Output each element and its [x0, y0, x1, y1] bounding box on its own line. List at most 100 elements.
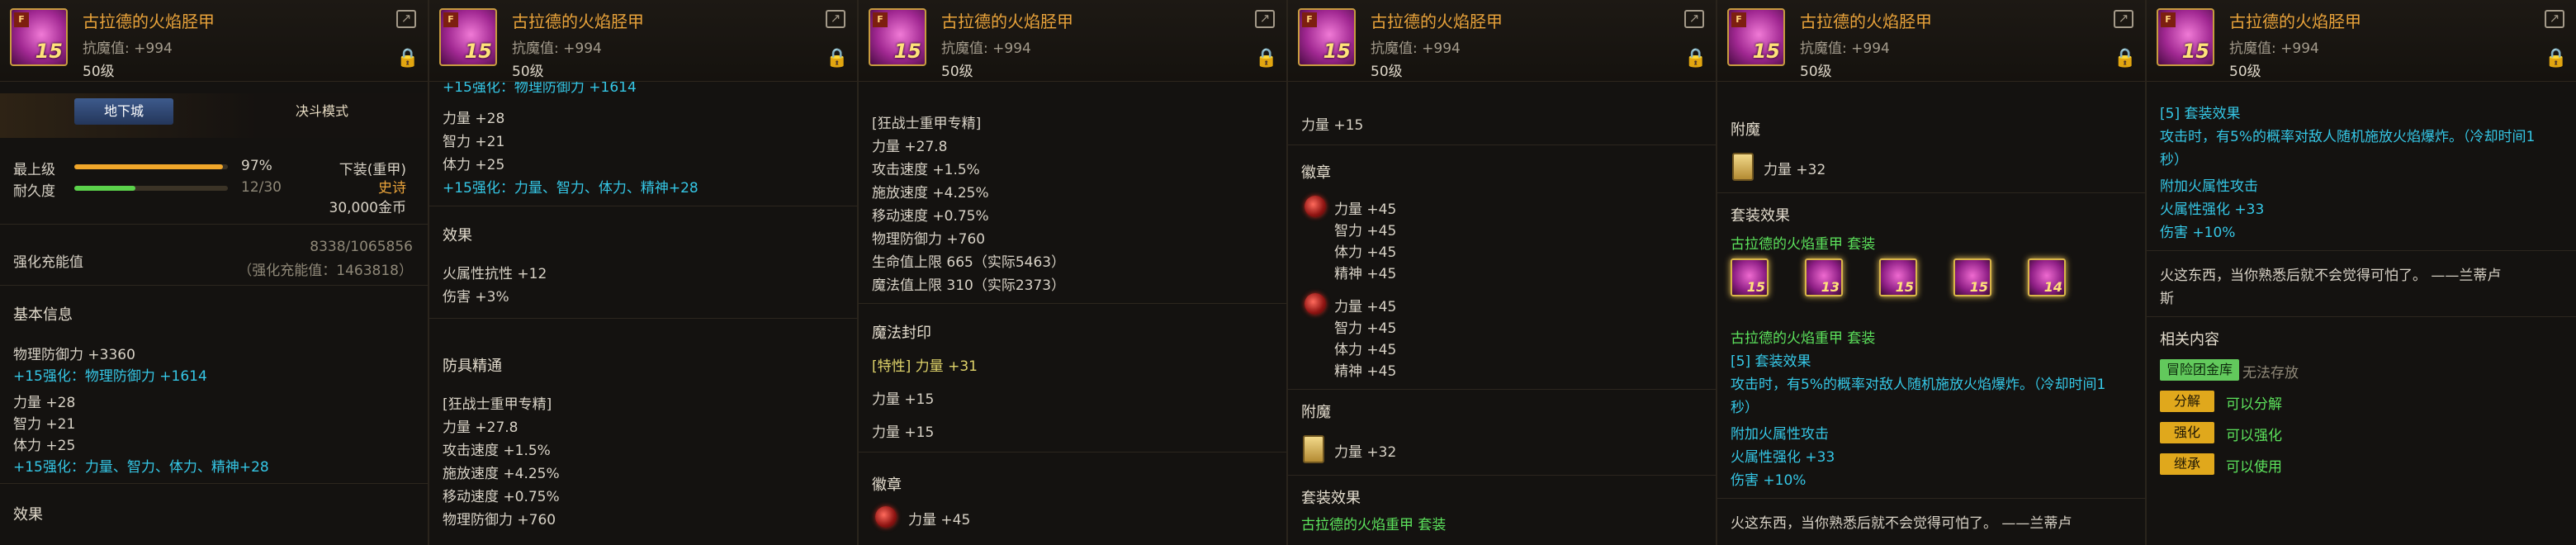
plus15-def: +15强化：物理防御力 +1614: [13, 368, 207, 385]
set-count: [5] 套装效果: [2160, 106, 2241, 122]
set-piece-icon[interactable]: 15: [1731, 258, 1769, 296]
enhance-level: 15: [35, 40, 63, 63]
item-icon: F 15: [1727, 8, 1785, 66]
vault-tag[interactable]: 冒险团金库: [2160, 359, 2240, 381]
max-level-pct: 97%: [241, 158, 272, 174]
item-icon: F 15: [439, 8, 497, 66]
item-level: 50级: [1371, 64, 1403, 80]
resist-value: 抗魔值: +994: [941, 40, 1031, 57]
set-extra: 附加火属性攻击: [2160, 178, 2258, 195]
enhance-level: 15: [1752, 40, 1780, 63]
seal-str: 力量 +15: [1301, 117, 1364, 134]
lock-icon[interactable]: 🔒: [826, 48, 848, 69]
enhance-text: 可以强化: [2226, 428, 2282, 444]
set-piece-icon[interactable]: 15: [1879, 258, 1917, 296]
lock-icon[interactable]: 🔒: [1684, 48, 1707, 69]
tab-duel[interactable]: 决斗模式: [272, 98, 372, 125]
basic-info-heading: 基本信息: [13, 306, 73, 324]
item-icon: F 15: [869, 8, 926, 66]
resist-value: 抗魔值: +994: [83, 40, 173, 57]
tooltip-panel-5: F 15 古拉德的火焰胫甲 抗魔值: +994 50级 ↗ 🔒 附魔 力量 +32…: [1717, 0, 2147, 545]
set-piece-level: 13: [1821, 279, 1840, 295]
durability-value: 12/30: [241, 179, 282, 196]
emblem-heading: 徽章: [1301, 164, 1331, 182]
item-level: 50级: [2229, 64, 2261, 80]
plus15-stats: +15强化：力量、智力、体力、精神+28: [443, 180, 698, 197]
stat-vit: 体力 +25: [443, 157, 505, 173]
share-icon[interactable]: ↗: [2114, 10, 2133, 28]
flavor-text-1: 火这东西，当你熟悉后就不会觉得可怕了。 ——兰蒂卢: [2160, 268, 2502, 284]
emblem-str: 力量 +45: [1334, 299, 1397, 315]
lock-icon[interactable]: 🔒: [2545, 48, 2567, 69]
stat-int: 智力 +21: [13, 416, 76, 433]
item-name: 古拉德的火焰胫甲: [2229, 12, 2361, 31]
set-desc-2: 秒）: [1731, 400, 1759, 416]
emblem-spi: 精神 +45: [1334, 266, 1397, 282]
enchant-card-icon: [1732, 153, 1754, 181]
item-header: F 15 古拉德的火焰胫甲 抗魔值: +994 50级 ↗ 🔒: [429, 0, 857, 82]
red-emblem-icon: [875, 506, 897, 528]
item-icon: F 15: [10, 8, 68, 66]
phys-def: 物理防御力 +760: [443, 512, 556, 528]
lock-icon[interactable]: 🔒: [2114, 48, 2136, 69]
set-effect-heading: 套装效果: [1731, 207, 1790, 225]
enhance-level: 15: [2181, 40, 2209, 63]
enhance-tag[interactable]: 强化: [2160, 422, 2214, 443]
max-level-bar: [74, 164, 223, 169]
enhance-level: 15: [1323, 40, 1351, 63]
decompose-tag[interactable]: 分解: [2160, 391, 2214, 412]
item-name: 古拉德的火焰胫甲: [512, 12, 644, 31]
set-desc-1: 攻击时，有5%的概率对敌人随机施放火焰爆炸。（冷却时间1: [1731, 377, 2106, 393]
resist-value: 抗魔值: +994: [2229, 40, 2319, 57]
grade-badge: F: [873, 12, 888, 27]
share-icon[interactable]: ↗: [826, 10, 845, 28]
divider: [429, 318, 857, 319]
item-name: 古拉德的火焰胫甲: [83, 12, 215, 31]
set-name: 古拉德的火焰重甲 套装: [1731, 236, 1876, 253]
effect-heading: 效果: [443, 227, 472, 244]
divider: [2147, 316, 2576, 317]
share-icon[interactable]: ↗: [1255, 10, 1275, 28]
damage: 伤害 +3%: [443, 289, 509, 306]
divider: [859, 303, 1286, 304]
lock-icon[interactable]: 🔒: [396, 48, 419, 69]
emblem-vit: 体力 +45: [1334, 342, 1397, 358]
price: 30,000金币: [329, 200, 406, 216]
tab-dungeon[interactable]: 地下城: [74, 98, 173, 125]
lock-icon[interactable]: 🔒: [1255, 48, 1277, 69]
set-desc-2: 秒）: [2160, 152, 2188, 168]
share-icon[interactable]: ↗: [396, 10, 416, 28]
share-icon[interactable]: ↗: [2545, 10, 2564, 28]
inherit-tag[interactable]: 继承: [2160, 453, 2214, 475]
flavor-text: 火这东西，当你熟悉后就不会觉得可怕了。 ——兰蒂卢: [1731, 515, 2072, 532]
stat-str: 力量 +28: [443, 111, 505, 127]
tooltip-panel-1: F 15 古拉德的火焰胫甲 抗魔值: +994 50级 ↗ 🔒 地下城 决斗模式 …: [0, 0, 429, 545]
set-count: [5] 套装效果: [1731, 353, 1811, 370]
emblem-int: 智力 +45: [1334, 320, 1397, 337]
seal-str-2: 力量 +15: [872, 424, 935, 441]
tooltip-body: 地下城 决斗模式 最上级 97% 耐久度 12/30 下装(重甲) 史诗 30,…: [0, 82, 428, 545]
item-header: F 15 古拉德的火焰胫甲 抗魔值: +994 50级 ↗ 🔒: [2147, 0, 2576, 82]
share-icon[interactable]: ↗: [1684, 10, 1704, 28]
cast-speed: 施放速度 +4.25%: [872, 185, 989, 201]
tooltip-panel-3: F 15 古拉德的火焰胫甲 抗魔值: +994 50级 ↗ 🔒 [狂战士重甲专精]…: [859, 0, 1288, 545]
set-name: 古拉德的火焰重甲 套装: [1301, 517, 1447, 533]
durability-bar: [74, 186, 135, 191]
set-piece-icon[interactable]: 14: [2028, 258, 2066, 296]
effect-heading: 效果: [13, 506, 43, 524]
atk-speed: 攻击速度 +1.5%: [443, 443, 551, 459]
set-piece-icon[interactable]: 15: [1953, 258, 1991, 296]
tooltip-body: 附魔 力量 +32 套装效果 古拉德的火焰重甲 套装 15 13 15 15 1…: [1717, 82, 2145, 545]
set-piece-level: 15: [1969, 279, 1988, 295]
mastery-class: [狂战士重甲专精]: [443, 396, 552, 413]
plus15-stats: +15强化：力量、智力、体力、精神+28: [13, 459, 269, 476]
stat-str: 力量 +28: [13, 395, 76, 411]
tooltip-panel-4: F 15 古拉德的火焰胫甲 抗魔值: +994 50级 ↗ 🔒 力量 +15 徽章…: [1288, 0, 1717, 545]
item-name: 古拉德的火焰胫甲: [1800, 12, 1932, 31]
divider: [0, 285, 428, 286]
set-piece-icon[interactable]: 13: [1805, 258, 1843, 296]
tooltip-panel-6: F 15 古拉德的火焰胫甲 抗魔值: +994 50级 ↗ 🔒 [5] 套装效果 …: [2147, 0, 2576, 545]
stat-int: 智力 +21: [443, 134, 505, 150]
set-piece-level: 15: [1746, 279, 1765, 295]
inherit-text: 可以使用: [2226, 459, 2282, 476]
